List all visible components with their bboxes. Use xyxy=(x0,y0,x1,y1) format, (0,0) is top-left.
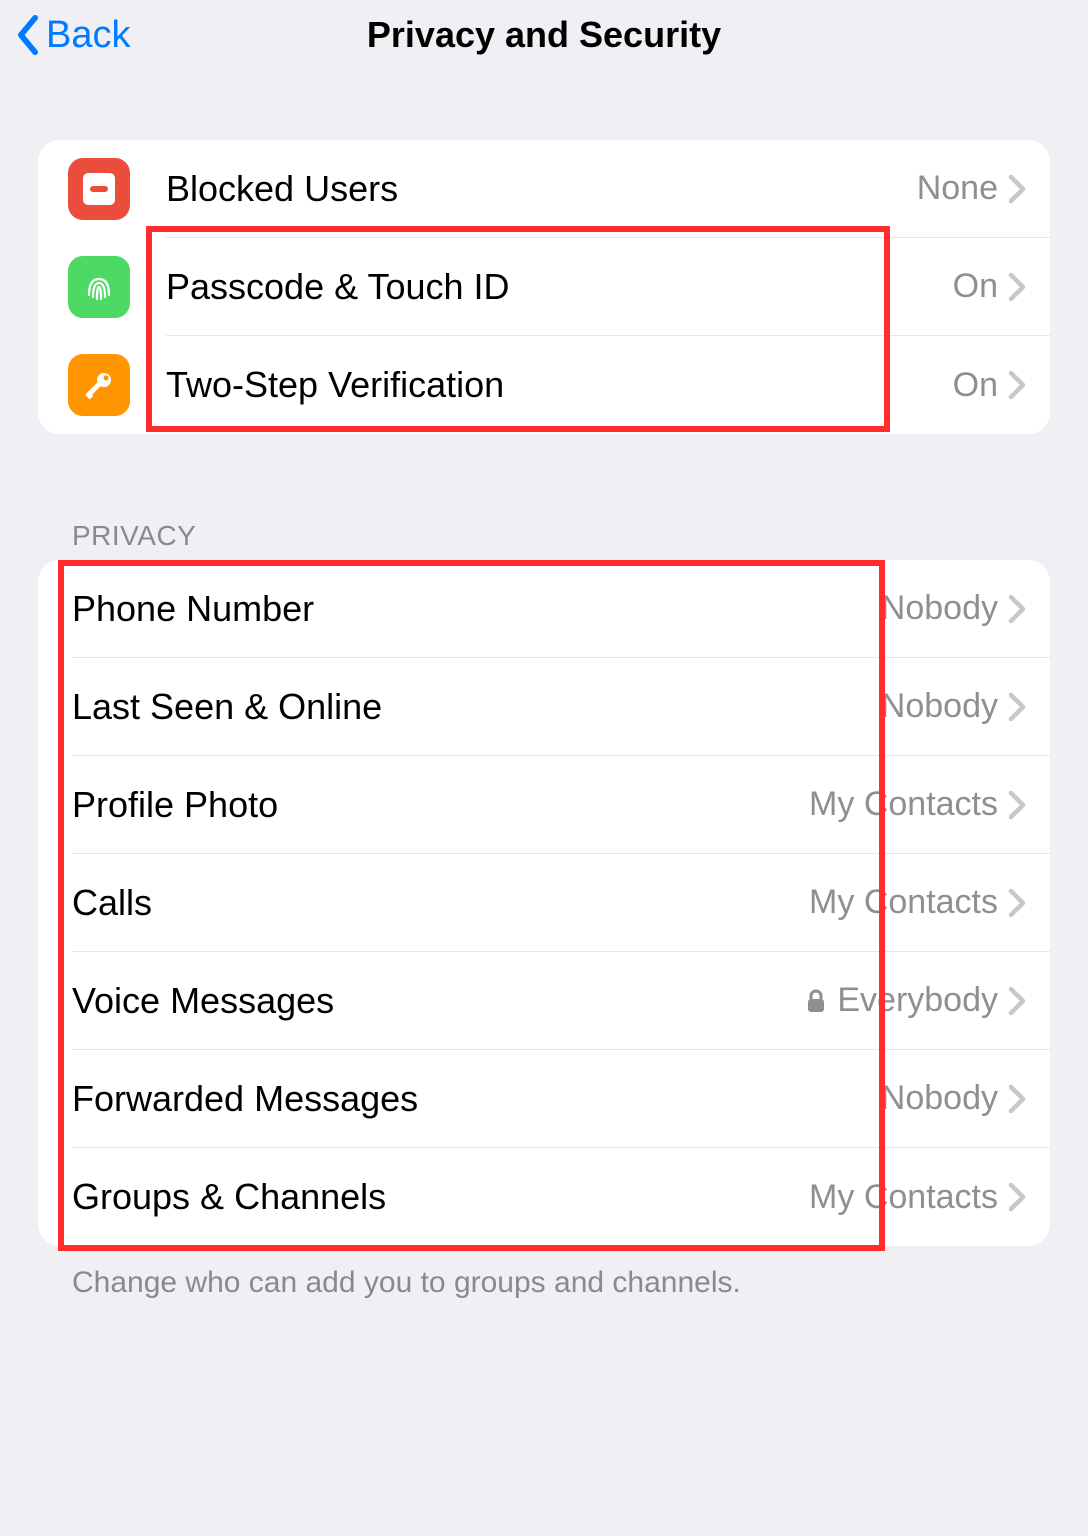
row-last-seen-online[interactable]: Last Seen & Online Nobody xyxy=(38,658,1050,756)
row-value: None xyxy=(917,169,998,208)
chevron-right-icon xyxy=(1008,174,1026,204)
row-label: Phone Number xyxy=(72,588,881,630)
row-value: On xyxy=(953,366,998,405)
back-label: Back xyxy=(46,14,130,57)
row-label: Profile Photo xyxy=(72,784,809,826)
fingerprint-icon xyxy=(68,256,130,318)
chevron-right-icon xyxy=(1008,594,1026,624)
row-value: My Contacts xyxy=(809,785,998,824)
privacy-group: Phone Number Nobody Last Seen & Online N… xyxy=(38,560,1050,1246)
row-value: Nobody xyxy=(881,687,998,726)
chevron-right-icon xyxy=(1008,272,1026,302)
back-button[interactable]: Back xyxy=(16,14,130,57)
row-label: Blocked Users xyxy=(166,168,917,210)
row-label: Forwarded Messages xyxy=(72,1078,881,1120)
row-phone-number[interactable]: Phone Number Nobody xyxy=(38,560,1050,658)
row-forwarded-messages[interactable]: Forwarded Messages Nobody xyxy=(38,1050,1050,1148)
row-groups-channels[interactable]: Groups & Channels My Contacts xyxy=(38,1148,1050,1246)
privacy-section-header: PRIVACY xyxy=(38,520,1050,552)
row-value-text: Everybody xyxy=(837,981,998,1020)
chevron-right-icon xyxy=(1008,1084,1026,1114)
row-two-step-verification[interactable]: Two-Step Verification On xyxy=(38,336,1050,434)
row-label: Groups & Channels xyxy=(72,1176,809,1218)
row-value: My Contacts xyxy=(809,1178,998,1217)
row-value: Nobody xyxy=(881,1079,998,1118)
row-blocked-users[interactable]: Blocked Users None xyxy=(38,140,1050,238)
blocked-icon xyxy=(68,158,130,220)
page-title: Privacy and Security xyxy=(0,14,1088,56)
row-profile-photo[interactable]: Profile Photo My Contacts xyxy=(38,756,1050,854)
chevron-right-icon xyxy=(1008,370,1026,400)
chevron-right-icon xyxy=(1008,692,1026,722)
row-label: Calls xyxy=(72,882,809,924)
footer-note: Change who can add you to groups and cha… xyxy=(38,1246,1050,1300)
row-label: Two-Step Verification xyxy=(166,364,953,406)
nav-bar: Back Privacy and Security xyxy=(0,0,1088,70)
row-value: Nobody xyxy=(881,589,998,628)
row-value: My Contacts xyxy=(809,883,998,922)
lock-icon xyxy=(805,988,827,1014)
row-value: On xyxy=(953,267,998,306)
key-icon xyxy=(68,354,130,416)
chevron-right-icon xyxy=(1008,790,1026,820)
chevron-left-icon xyxy=(16,15,40,55)
chevron-right-icon xyxy=(1008,888,1026,918)
row-label: Last Seen & Online xyxy=(72,686,881,728)
row-passcode-touch-id[interactable]: Passcode & Touch ID On xyxy=(38,238,1050,336)
chevron-right-icon xyxy=(1008,986,1026,1016)
row-label: Voice Messages xyxy=(72,980,805,1022)
chevron-right-icon xyxy=(1008,1182,1026,1212)
row-value: Everybody xyxy=(805,981,998,1020)
row-label: Passcode & Touch ID xyxy=(166,266,953,308)
row-calls[interactable]: Calls My Contacts xyxy=(38,854,1050,952)
row-voice-messages[interactable]: Voice Messages Everybody xyxy=(38,952,1050,1050)
security-group: Blocked Users None Passcode & Touch ID O… xyxy=(38,140,1050,434)
